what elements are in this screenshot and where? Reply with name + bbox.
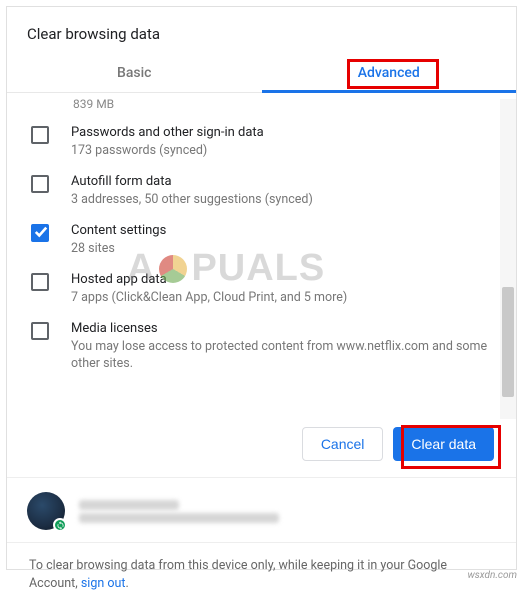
option-title: Passwords and other sign-in data <box>71 124 492 142</box>
tab-advanced[interactable]: Advanced <box>262 53 517 92</box>
checkbox-passwords[interactable] <box>31 126 49 144</box>
option-sub: 28 sites <box>71 240 492 257</box>
tab-bar: Basic Advanced <box>7 53 516 93</box>
check-icon <box>34 225 48 239</box>
sign-out-link[interactable]: sign out <box>81 576 126 591</box>
option-media-licenses: Media licenses You may lose access to pr… <box>31 313 492 379</box>
option-sub: 3 addresses, 50 other suggestions (synce… <box>71 191 492 208</box>
option-title: Hosted app data <box>71 271 492 289</box>
tab-basic[interactable]: Basic <box>7 53 262 92</box>
account-name-blurred <box>79 500 179 510</box>
option-title: Content settings <box>71 222 492 240</box>
checkbox-media-licenses[interactable] <box>31 322 49 340</box>
clear-data-button[interactable]: Clear data <box>393 427 494 461</box>
options-list: 839 MB Passwords and other sign-in data … <box>7 93 516 413</box>
account-info-redacted <box>79 497 279 526</box>
option-content-settings: Content settings 28 sites <box>31 215 492 264</box>
checkbox-autofill[interactable] <box>31 175 49 193</box>
option-hosted-app-data: Hosted app data 7 apps (Click&Clean App,… <box>31 264 492 313</box>
checkbox-content-settings[interactable] <box>31 224 49 242</box>
option-title: Media licenses <box>71 320 492 338</box>
dialog-header: Clear browsing data <box>7 7 516 53</box>
option-autofill: Autofill form data 3 addresses, 50 other… <box>31 166 492 215</box>
footer-note: To clear browsing data from this device … <box>7 543 516 607</box>
option-title: Autofill form data <box>71 173 492 191</box>
cancel-button[interactable]: Cancel <box>302 427 384 461</box>
option-passwords: Passwords and other sign-in data 173 pas… <box>31 117 492 166</box>
sync-badge-icon <box>53 518 67 532</box>
account-row <box>7 478 516 543</box>
clear-browsing-dialog: Clear browsing data Basic Advanced 839 M… <box>6 6 517 570</box>
option-sub: You may lose access to protected content… <box>71 338 492 372</box>
checkbox-hosted-app[interactable] <box>31 273 49 291</box>
dialog-title: Clear browsing data <box>27 25 496 43</box>
dialog-buttons: Cancel Clear data <box>7 413 516 478</box>
source-attribution: wsxdn.com <box>467 570 517 581</box>
footer-text-end: . <box>125 576 128 591</box>
option-sub: 7 apps (Click&Clean App, Cloud Print, an… <box>71 289 492 306</box>
option-sub: 173 passwords (synced) <box>71 142 492 159</box>
avatar <box>27 492 65 530</box>
account-email-blurred <box>79 513 279 523</box>
truncated-prev-item: 839 MB <box>31 97 492 111</box>
